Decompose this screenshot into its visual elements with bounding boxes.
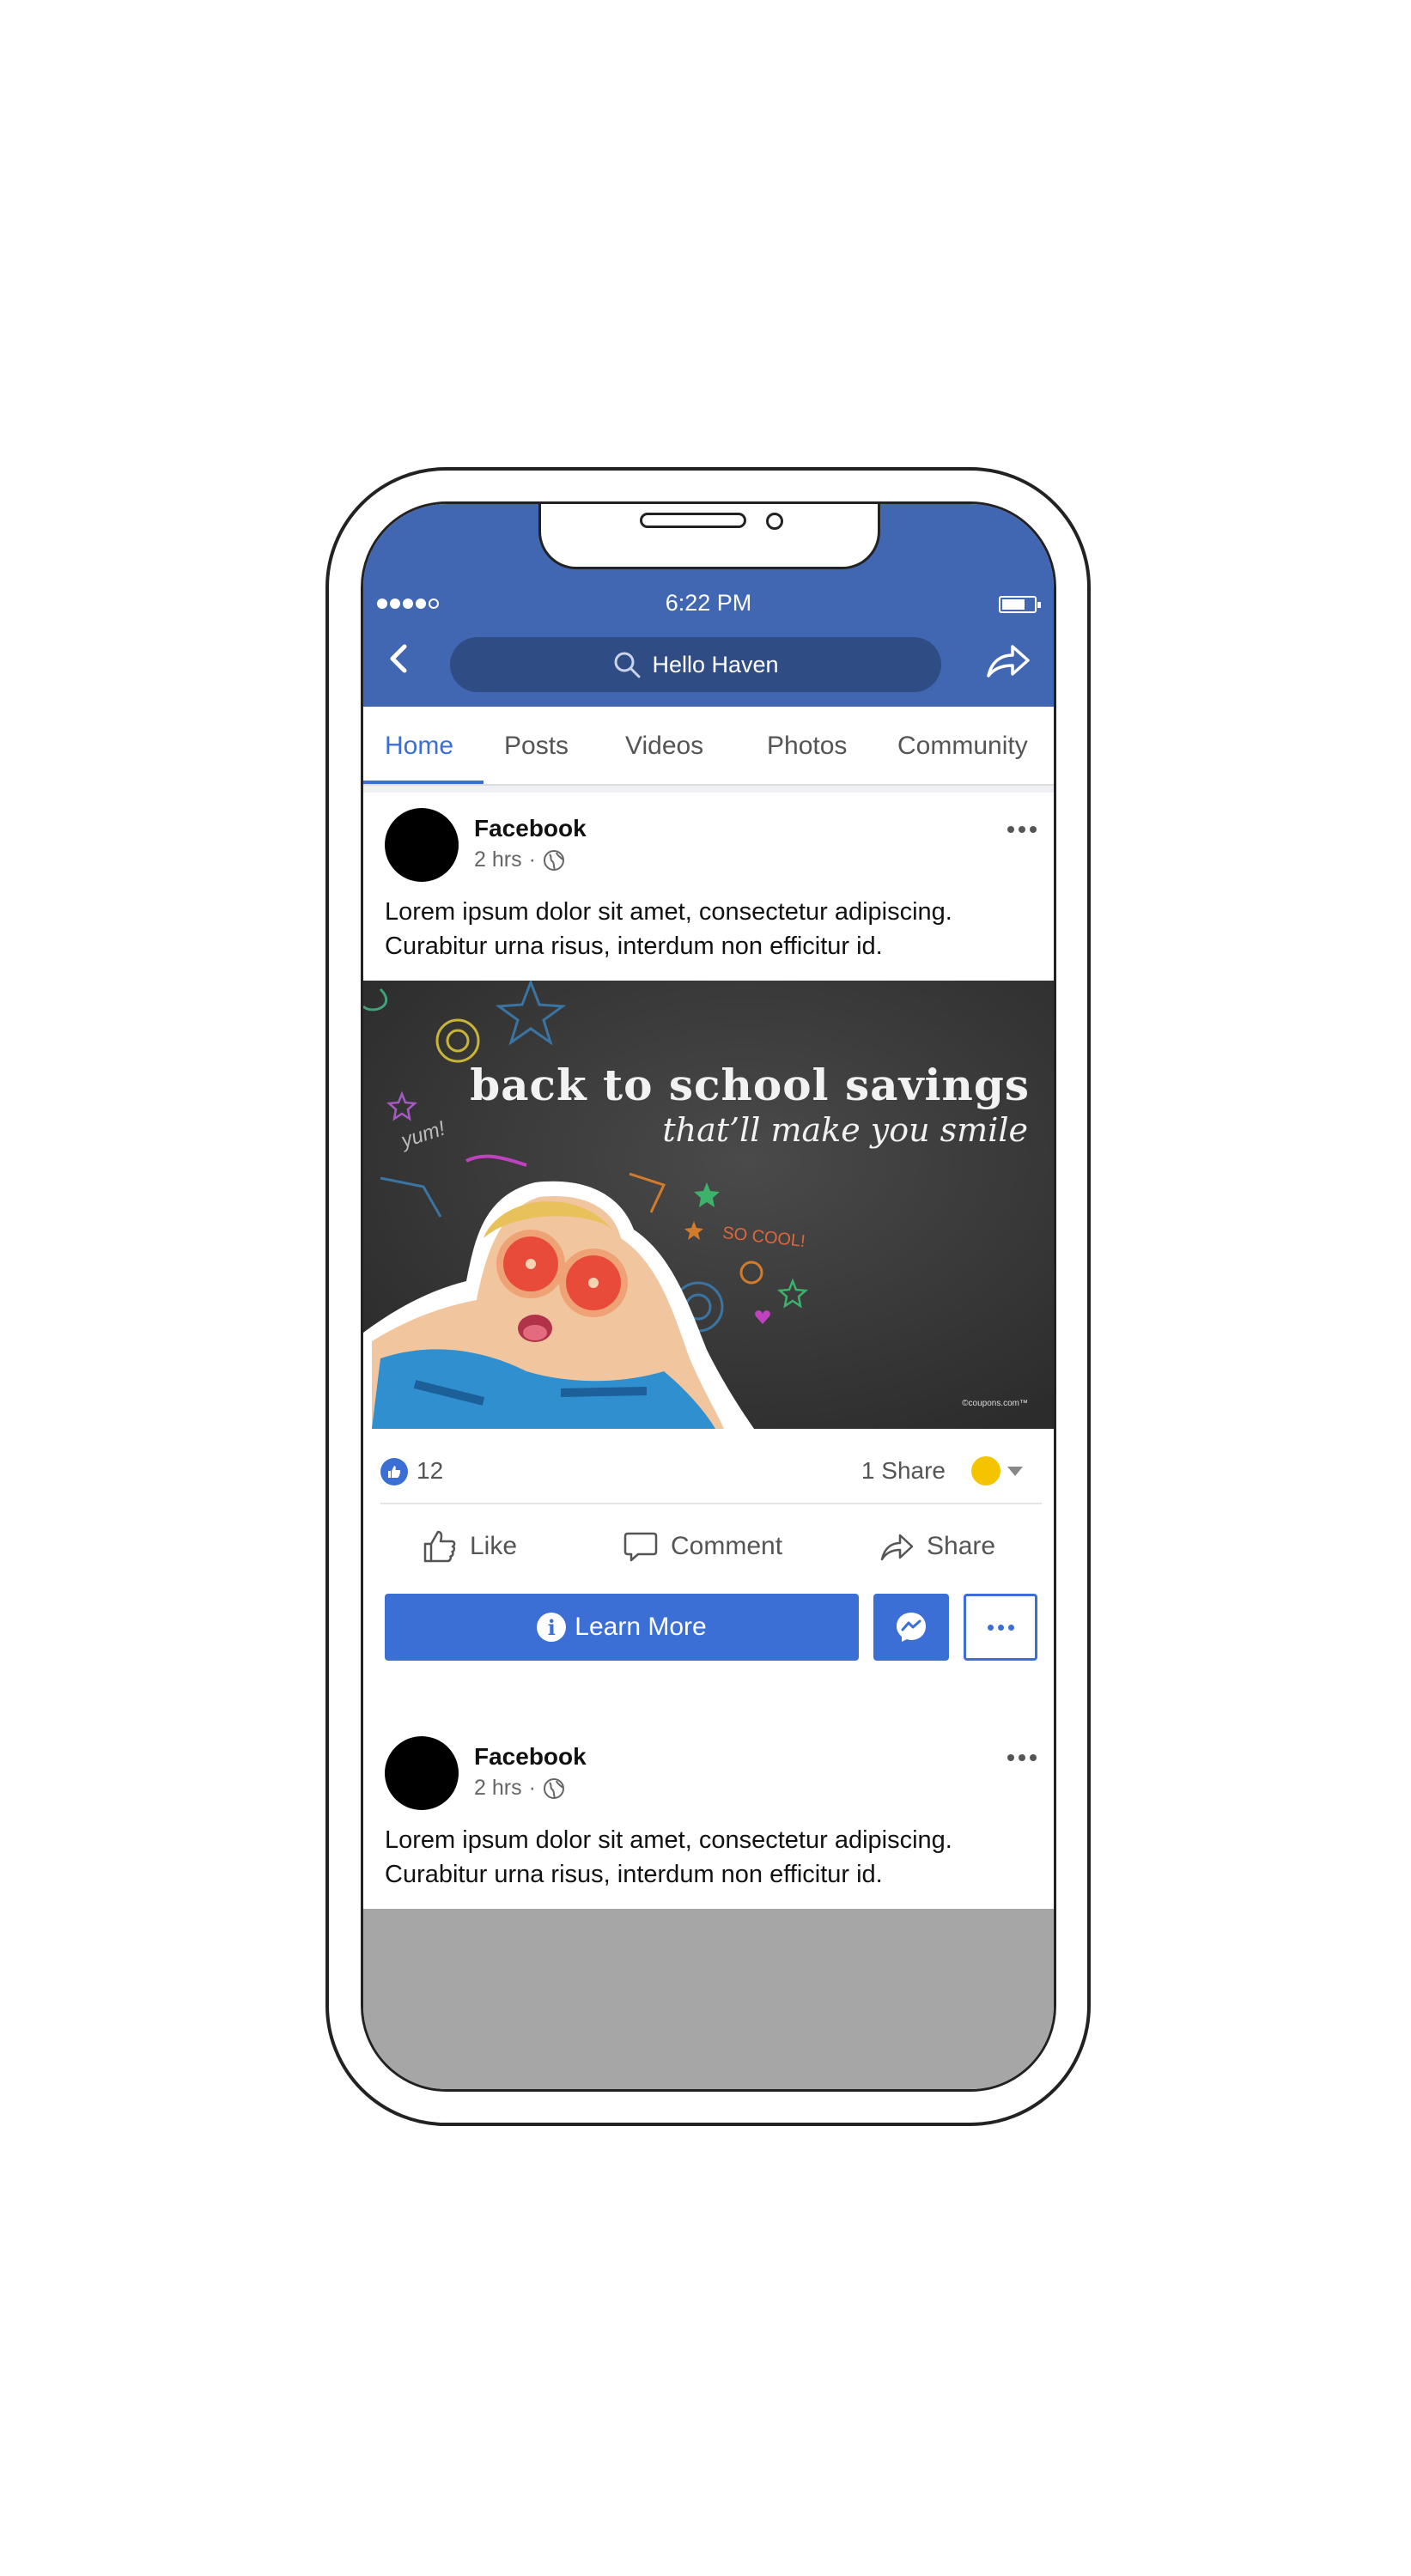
tab-photos[interactable]: Photos: [767, 707, 847, 786]
more-dots-icon[interactable]: [1007, 1754, 1037, 1761]
learn-more-label: Learn More: [575, 1613, 707, 1641]
post-text-line: Lorem ipsum dolor sit amet, consectetur …: [385, 898, 952, 926]
meta-dot: ·: [528, 1776, 536, 1800]
separator: [363, 786, 1054, 793]
search-text: Hello Haven: [652, 651, 779, 677]
info-icon: i: [537, 1613, 567, 1642]
post-time: 2 hrs: [474, 848, 522, 872]
share-count[interactable]: 1 Share: [861, 1457, 946, 1485]
status-time: 6:22 PM: [665, 590, 752, 616]
active-tab-indicator: [363, 781, 484, 784]
post-text-line: Curabitur urna risus, interdum non effic…: [385, 1861, 883, 1888]
globe-icon: [543, 849, 564, 871]
share-label: Share: [927, 1532, 996, 1560]
divider: [380, 1503, 1042, 1504]
post-text-line: Lorem ipsum dolor sit amet, consectetur …: [385, 1826, 952, 1854]
more-options-button[interactable]: [964, 1594, 1037, 1661]
page-tabs: Home Posts Videos Photos Community: [363, 707, 1054, 786]
post-meta: 2 hrs ·: [474, 848, 565, 872]
thumbs-up-icon: [423, 1530, 456, 1563]
tab-posts[interactable]: Posts: [504, 707, 569, 786]
reactions-row: 12 1 Share: [363, 1429, 1054, 1511]
globe-icon: [543, 1777, 564, 1799]
meta-dot: ·: [528, 848, 536, 872]
avatar[interactable]: [385, 1736, 459, 1810]
reaction-avatar[interactable]: [971, 1456, 1000, 1485]
image-placeholder[interactable]: [363, 1909, 1054, 2089]
camera: [766, 513, 783, 530]
ad-image[interactable]: yum! SO COOL! back to school savings tha…: [363, 981, 1054, 1429]
comment-button[interactable]: Comment: [623, 1521, 782, 1572]
notch: [538, 504, 880, 569]
tab-videos[interactable]: Videos: [625, 707, 703, 786]
search-icon: [614, 652, 641, 678]
top-bar: 6:22 PM Hello Haven: [363, 504, 1054, 707]
like-label: Like: [470, 1532, 518, 1560]
phone-screen: 6:22 PM Hello Haven Home Posts Videos Ph…: [361, 501, 1056, 2092]
ad-credit: ©coupons.com™: [962, 1399, 1028, 1408]
ad-subheadline: that’ll make you smile: [662, 1111, 1028, 1149]
learn-more-button[interactable]: i Learn More: [385, 1594, 859, 1661]
ad-headline: back to school savings: [470, 1060, 1030, 1110]
post-text: Lorem ipsum dolor sit amet, consectetur …: [385, 1823, 1037, 1892]
share-button[interactable]: Share: [879, 1521, 995, 1572]
like-button[interactable]: Like: [422, 1521, 517, 1572]
comment-label: Comment: [671, 1532, 783, 1560]
chevron-down-icon[interactable]: [1007, 1467, 1023, 1476]
post-author[interactable]: Facebook: [474, 1743, 587, 1771]
share-icon: [880, 1534, 914, 1561]
chalkboard-doodles: [363, 981, 1054, 1429]
post-author[interactable]: Facebook: [474, 815, 587, 842]
like-count[interactable]: 12: [417, 1457, 443, 1485]
post-time: 2 hrs: [474, 1776, 522, 1800]
post-meta: 2 hrs ·: [474, 1776, 565, 1801]
post-text: Lorem ipsum dolor sit amet, consectetur …: [385, 895, 1037, 963]
tab-home[interactable]: Home: [385, 707, 453, 786]
tab-community[interactable]: Community: [897, 707, 1028, 786]
comment-icon: [623, 1532, 658, 1562]
like-badge-icon: [380, 1458, 408, 1485]
search-bar[interactable]: Hello Haven: [450, 637, 941, 692]
back-icon[interactable]: [386, 640, 411, 677]
messenger-button[interactable]: [873, 1594, 949, 1661]
speaker: [640, 513, 746, 528]
share-arrow-icon[interactable]: [983, 640, 1031, 681]
avatar[interactable]: [385, 808, 459, 882]
post-text-line: Curabitur urna risus, interdum non effic…: [385, 933, 883, 960]
more-dots-icon[interactable]: [1007, 826, 1037, 833]
battery-icon: [999, 596, 1041, 613]
messenger-icon: [897, 1613, 926, 1642]
